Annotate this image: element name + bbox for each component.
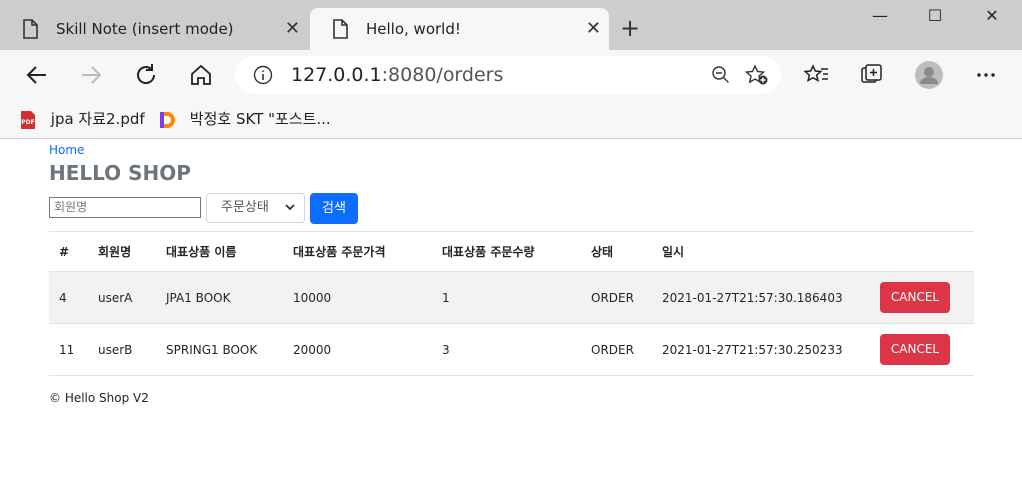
close-tab-icon[interactable]: ✕ <box>586 8 601 50</box>
d-icon <box>160 111 175 128</box>
bookmark-jpa-pdf[interactable]: PDF jpa 자료2.pdf <box>18 108 145 130</box>
close-window-button[interactable]: ✕ <box>962 6 1022 25</box>
tab-title: Skill Note (insert mode) <box>56 20 234 38</box>
minimize-button[interactable]: — <box>850 6 910 25</box>
collections-icon[interactable] <box>857 60 887 90</box>
order-price: 10000 <box>283 271 432 324</box>
table-header-row: # 회원명 대표상품 이름 대표상품 주문가격 대표상품 주문수량 상태 일시 <box>49 231 974 272</box>
url-text[interactable]: 127.0.0.1:8080/orders <box>291 64 503 86</box>
order-count: 3 <box>432 323 581 376</box>
home-link[interactable]: Home <box>49 143 84 157</box>
bookmark-label: 박정호 SKT "포스트... <box>189 110 331 128</box>
chevron-down-icon <box>285 204 295 211</box>
favorites-icon[interactable] <box>802 60 832 90</box>
cancel-button[interactable]: CANCEL <box>880 282 950 313</box>
url-host: 127.0.0.1 <box>291 64 382 86</box>
order-price: 20000 <box>283 323 432 376</box>
page-content: Home HELLO SHOP 회원명 주문상태 검색 # 회원명 대표상품 이… <box>0 139 1022 501</box>
document-icon <box>23 19 38 39</box>
member-name: userB <box>88 323 156 376</box>
title-bar: Skill Note (insert mode) ✕ Hello, world!… <box>0 0 1022 50</box>
more-options-icon[interactable] <box>971 60 1001 90</box>
column-header: 회원명 <box>88 231 156 272</box>
forward-icon[interactable] <box>76 60 106 90</box>
search-button[interactable]: 검색 <box>310 193 358 224</box>
order-id: 4 <box>49 271 88 324</box>
home-icon[interactable] <box>186 60 216 90</box>
bookmarks-bar: PDF jpa 자료2.pdf 박정호 SKT "포스트... <box>0 100 1022 139</box>
svg-text:PDF: PDF <box>21 119 34 126</box>
action-cell: CANCEL <box>870 323 974 376</box>
action-cell: CANCEL <box>870 271 974 324</box>
zoom-out-icon[interactable] <box>711 65 731 85</box>
footer-text: © Hello Shop V2 <box>49 391 149 405</box>
column-header <box>870 231 974 272</box>
table-row: 11 userB SPRING1 BOOK 20000 3 ORDER 2021… <box>49 323 974 376</box>
order-count: 1 <box>432 271 581 324</box>
order-status-select[interactable]: 주문상태 <box>206 193 305 223</box>
avatar[interactable] <box>914 60 944 90</box>
member-name: userA <box>88 271 156 324</box>
address-bar[interactable]: 127.0.0.1:8080/orders <box>235 56 781 94</box>
maximize-button[interactable]: ☐ <box>905 6 965 25</box>
item-name: SPRING1 BOOK <box>156 323 283 376</box>
column-header: 상태 <box>581 231 652 272</box>
order-id: 11 <box>49 323 88 376</box>
member-name-input[interactable]: 회원명 <box>49 197 201 218</box>
column-header: 대표상품 주문수량 <box>432 231 581 272</box>
close-tab-icon[interactable]: ✕ <box>285 8 300 50</box>
column-header: 대표상품 주문가격 <box>283 231 432 272</box>
bookmark-label: jpa 자료2.pdf <box>50 110 145 128</box>
tab-title: Hello, world! <box>366 20 461 38</box>
pdf-icon: PDF <box>21 110 35 129</box>
new-tab-button[interactable]: + <box>620 14 640 42</box>
order-status: ORDER <box>581 323 652 376</box>
item-name: JPA1 BOOK <box>156 271 283 324</box>
order-date: 2021-01-27T21:57:30.186403 <box>652 271 870 324</box>
tab-skill-note[interactable]: Skill Note (insert mode) ✕ <box>0 8 308 50</box>
order-status: ORDER <box>581 271 652 324</box>
add-favorite-icon[interactable] <box>745 64 769 86</box>
cancel-button[interactable]: CANCEL <box>880 334 950 365</box>
info-icon[interactable] <box>253 65 273 85</box>
order-date: 2021-01-27T21:57:30.250233 <box>652 323 870 376</box>
page-title: HELLO SHOP <box>49 161 191 185</box>
browser-toolbar: 127.0.0.1:8080/orders <box>0 50 1022 100</box>
column-header: 일시 <box>652 231 870 272</box>
bookmark-skt-post[interactable]: 박정호 SKT "포스트... <box>157 108 331 130</box>
url-path: :8080/orders <box>381 64 504 86</box>
tab-hello-world[interactable]: Hello, world! ✕ <box>310 8 609 50</box>
refresh-icon[interactable] <box>131 60 161 90</box>
order-status-value: 주문상태 <box>221 200 269 215</box>
back-icon[interactable] <box>22 60 52 90</box>
orders-table: # 회원명 대표상품 이름 대표상품 주문가격 대표상품 주문수량 상태 일시 … <box>49 231 974 376</box>
document-icon <box>333 19 348 39</box>
table-row: 4 userA JPA1 BOOK 10000 1 ORDER 2021-01-… <box>49 271 974 324</box>
column-header: # <box>49 231 88 272</box>
column-header: 대표상품 이름 <box>156 231 283 272</box>
